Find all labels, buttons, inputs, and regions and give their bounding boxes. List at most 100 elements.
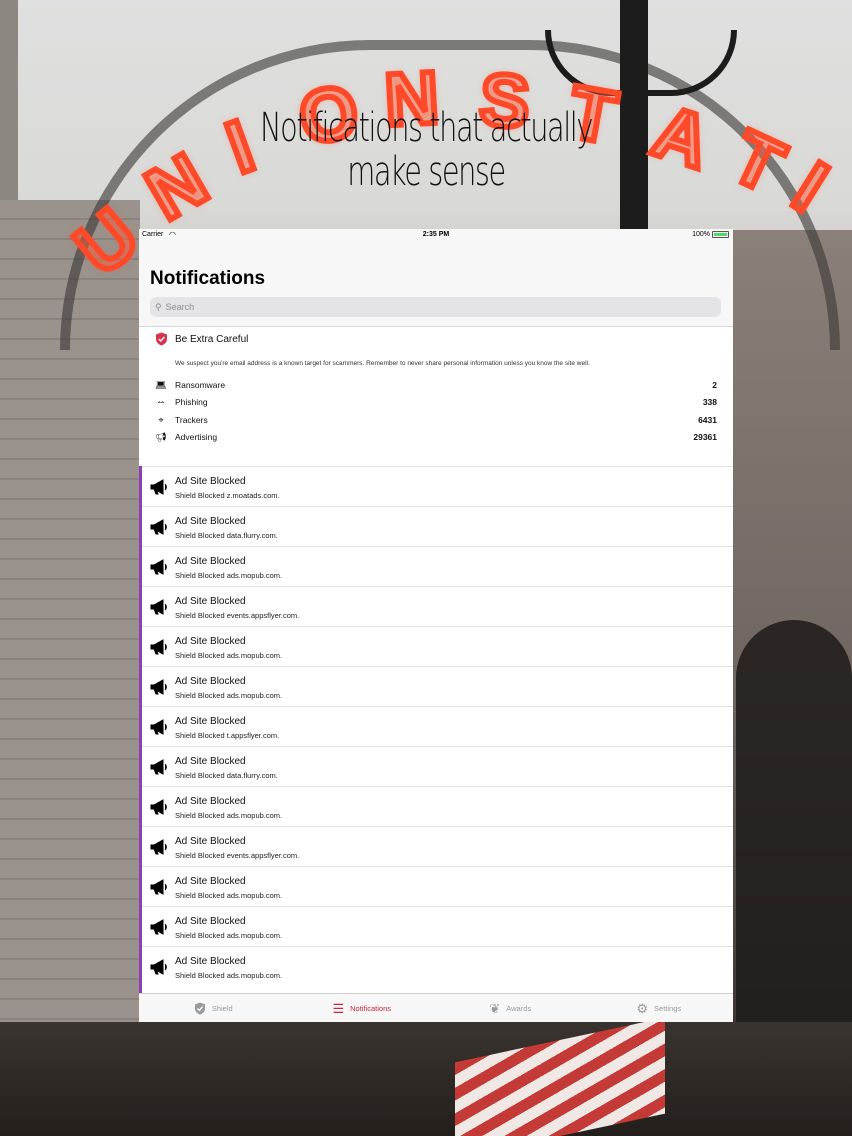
notification-title: Ad Site Blocked — [175, 716, 246, 727]
stat-label: Phishing — [175, 397, 208, 407]
notification-row[interactable]: Ad Site Blocked Shield Blocked data.flur… — [142, 746, 733, 787]
notification-subtitle: Shield Blocked data.flurry.com. — [175, 771, 278, 780]
notification-title: Ad Site Blocked — [175, 756, 246, 767]
notification-row[interactable]: Ad Site Blocked Shield Blocked ads.mopub… — [142, 906, 733, 947]
megaphone-icon — [150, 639, 167, 655]
megaphone-icon — [150, 479, 167, 495]
notification-row[interactable]: Ad Site Blocked Shield Blocked ads.mopub… — [142, 866, 733, 907]
notification-subtitle: Shield Blocked events.appsflyer.com. — [175, 611, 300, 620]
stat-row-phishing[interactable]: ⥎ Phishing 338 — [155, 395, 717, 409]
threat-summary: Be Extra Careful We suspect you're email… — [139, 327, 733, 465]
megaphone-icon — [150, 559, 167, 575]
notification-row[interactable]: Ad Site Blocked Shield Blocked t.appsfly… — [142, 706, 733, 747]
status-bar: Carrier ◠ 2:35 PM 100% — [139, 229, 733, 241]
promo-headline-line2: make sense — [347, 149, 506, 195]
notification-row[interactable]: Ad Site Blocked Shield Blocked events.ap… — [142, 826, 733, 867]
stat-row-advertising[interactable]: 📢︎ Advertising 29361 — [155, 430, 717, 444]
notification-title: Ad Site Blocked — [175, 636, 246, 647]
tab-shield[interactable]: Shield — [139, 994, 288, 1022]
status-time: 2:35 PM — [422, 231, 450, 238]
notification-subtitle: Shield Blocked ads.mopub.com. — [175, 571, 283, 580]
notification-title: Ad Site Blocked — [175, 676, 246, 687]
stat-label: Advertising — [175, 432, 218, 442]
shield-icon — [194, 1002, 205, 1015]
megaphone-icon — [150, 759, 167, 775]
tab-label: Awards — [506, 1004, 532, 1013]
megaphone-icon: 📢︎ — [155, 431, 167, 442]
megaphone-icon — [150, 519, 167, 535]
notification-subtitle: Shield Blocked ads.mopub.com. — [175, 891, 283, 900]
megaphone-icon — [150, 679, 167, 695]
megaphone-icon — [150, 719, 167, 735]
notification-title: Ad Site Blocked — [175, 516, 246, 527]
battery-percent: 100% — [692, 231, 710, 238]
tab-label: Settings — [654, 1004, 682, 1013]
notification-row[interactable]: Ad Site Blocked Shield Blocked ads.mopub… — [142, 626, 733, 667]
app-screen: Carrier ◠ 2:35 PM 100% Notifications ⚲ B… — [139, 229, 733, 1022]
notification-title: Ad Site Blocked — [175, 876, 246, 887]
warning-message: We suspect you're email address is a kno… — [175, 360, 590, 367]
background-arch — [736, 620, 852, 1040]
notification-subtitle: Shield Blocked ads.mopub.com. — [175, 931, 283, 940]
notification-list[interactable]: Ad Site Blocked Shield Blocked z.moatads… — [139, 466, 733, 993]
warning-title: Be Extra Careful — [175, 333, 249, 345]
stat-label: Trackers — [175, 415, 208, 425]
notification-row[interactable]: Ad Site Blocked Shield Blocked z.moatads… — [142, 466, 733, 507]
stat-row-ransomware[interactable]: 💻︎ Ransomware 2 — [155, 378, 717, 392]
megaphone-icon — [150, 959, 167, 975]
tab-bar: Shield ☰ Notifications ❦ Awards ⚙ Settin… — [139, 993, 733, 1022]
hook-icon: ⥎ — [157, 396, 165, 407]
notification-row[interactable]: Ad Site Blocked Shield Blocked ads.mopub… — [142, 786, 733, 827]
notification-title: Ad Site Blocked — [175, 596, 246, 607]
battery-status: 100% — [692, 231, 729, 238]
notification-row[interactable]: Ad Site Blocked Shield Blocked events.ap… — [142, 586, 733, 627]
notification-title: Ad Site Blocked — [175, 956, 246, 967]
search-icon: ⚲ — [155, 301, 162, 312]
tab-awards[interactable]: ❦ Awards — [436, 994, 585, 1022]
promo-headline: Notifications that actually make sense — [119, 106, 732, 194]
notification-title: Ad Site Blocked — [175, 476, 246, 487]
warning-header: Be Extra Careful — [155, 332, 248, 346]
notification-title: Ad Site Blocked — [175, 836, 246, 847]
notification-title: Ad Site Blocked — [175, 556, 246, 567]
stat-count: 29361 — [693, 432, 717, 442]
search-bar[interactable]: ⚲ — [150, 297, 721, 317]
battery-icon — [712, 231, 729, 238]
navigation-bar: Notifications ⚲ — [139, 241, 733, 327]
gear-icon: ⚙ — [636, 1001, 649, 1016]
notification-subtitle: Shield Blocked z.moatads.com. — [175, 491, 280, 500]
crosshair-icon: ⌖ — [158, 414, 164, 425]
notification-row[interactable]: Ad Site Blocked Shield Blocked ads.mopub… — [142, 546, 733, 587]
notification-row[interactable]: Ad Site Blocked Shield Blocked data.flur… — [142, 506, 733, 547]
notification-subtitle: Shield Blocked ads.mopub.com. — [175, 651, 283, 660]
tab-settings[interactable]: ⚙ Settings — [585, 994, 734, 1022]
promo-headline-line1: Notifications that actually — [260, 105, 593, 151]
notification-subtitle: Shield Blocked ads.mopub.com. — [175, 691, 283, 700]
notification-row[interactable]: Ad Site Blocked Shield Blocked ads.mopub… — [142, 946, 733, 987]
search-input[interactable] — [165, 302, 686, 312]
stat-row-trackers[interactable]: ⌖ Trackers 6431 — [155, 413, 717, 427]
notification-subtitle: Shield Blocked data.flurry.com. — [175, 531, 278, 540]
notification-subtitle: Shield Blocked events.appsflyer.com. — [175, 851, 300, 860]
megaphone-icon — [150, 599, 167, 615]
stat-count: 2 — [712, 380, 717, 390]
notification-title: Ad Site Blocked — [175, 916, 246, 927]
tab-notifications[interactable]: ☰ Notifications — [288, 994, 437, 1022]
notification-subtitle: Shield Blocked t.appsflyer.com. — [175, 731, 280, 740]
megaphone-icon — [150, 879, 167, 895]
notification-subtitle: Shield Blocked ads.mopub.com. — [175, 971, 283, 980]
laptop-icon: 💻︎ — [155, 379, 167, 390]
megaphone-icon — [150, 839, 167, 855]
list-icon: ☰ — [332, 1001, 345, 1016]
tab-label: Shield — [211, 1004, 233, 1013]
megaphone-icon — [150, 799, 167, 815]
notification-title: Ad Site Blocked — [175, 796, 246, 807]
stat-count: 338 — [702, 397, 717, 407]
shield-check-icon — [156, 332, 167, 346]
notification-row[interactable]: Ad Site Blocked Shield Blocked ads.mopub… — [142, 666, 733, 707]
background-ground — [0, 1022, 852, 1136]
megaphone-icon — [150, 919, 167, 935]
stat-label: Ransomware — [175, 380, 226, 390]
stat-count: 6431 — [698, 415, 717, 425]
tab-label: Notifications — [350, 1004, 391, 1013]
